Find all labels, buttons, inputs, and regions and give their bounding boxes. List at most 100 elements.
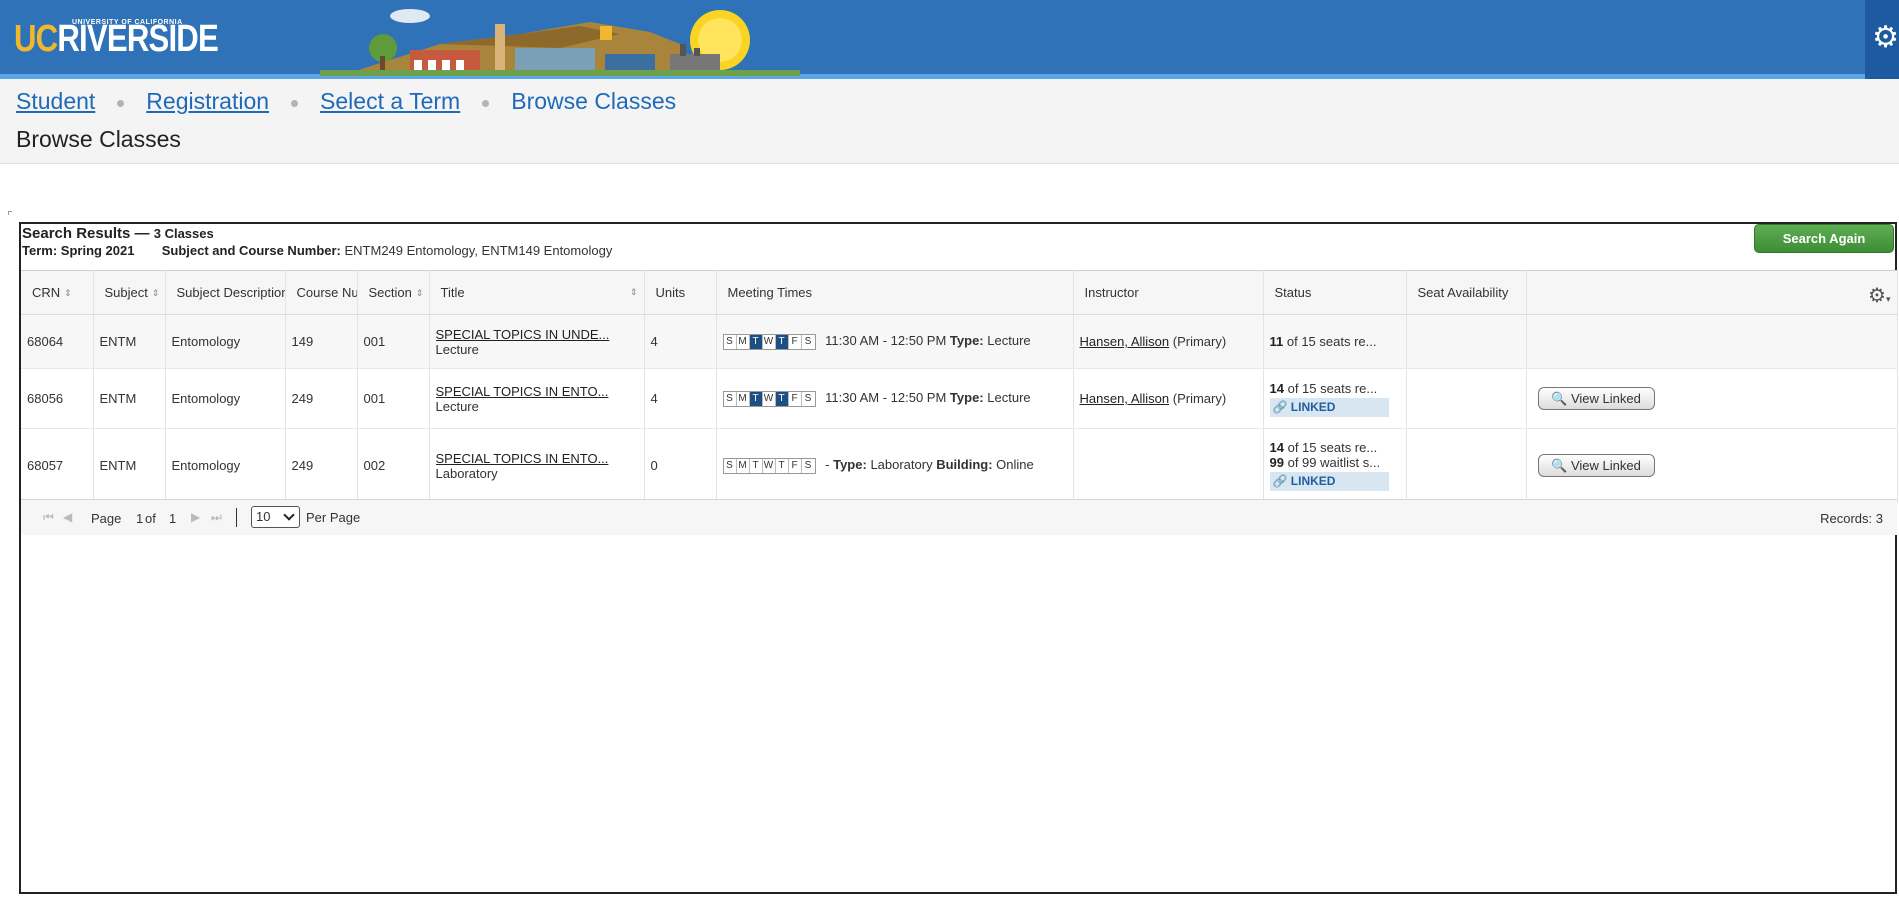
instructor-link[interactable]: Hansen, Allison bbox=[1080, 391, 1170, 406]
first-page-icon[interactable]: ⏮ bbox=[43, 510, 54, 525]
logo-subtitle: UNIVERSITY OF CALIFORNIA bbox=[72, 19, 183, 26]
per-page-select[interactable]: 10 bbox=[251, 506, 300, 528]
type-value: Lecture bbox=[987, 390, 1031, 406]
cell-actions: 🔍 View Linked bbox=[1526, 368, 1898, 429]
table-row[interactable]: 68056 ENTM Entomology 249 001 SPECIAL TO… bbox=[21, 368, 1898, 429]
column-header-crn[interactable]: CRN ⇕ bbox=[21, 270, 94, 315]
table-row[interactable]: 68057 ENTM Entomology 249 002 SPECIAL TO… bbox=[21, 428, 1898, 503]
page-total: 1 bbox=[169, 511, 177, 526]
cell-meeting-times: SMTWTFS 11:30 AM - 12:50 PM Type: Lectur… bbox=[716, 314, 1074, 369]
cell-instructor bbox=[1073, 428, 1264, 503]
term-value: Spring 2021 bbox=[60, 243, 135, 258]
cell-units: 4 bbox=[644, 314, 717, 369]
type-label: Type: bbox=[949, 390, 984, 406]
page-label: Page bbox=[91, 511, 122, 526]
page-current[interactable]: 1 bbox=[136, 511, 143, 526]
next-page-icon[interactable]: ▶ bbox=[191, 510, 200, 524]
instructor-link[interactable]: Hansen, Allison bbox=[1080, 334, 1170, 349]
search-icon: 🔍 bbox=[1551, 458, 1568, 473]
schedule-type: Lecture bbox=[435, 398, 479, 414]
cell-instructor: Hansen, Allison (Primary) bbox=[1073, 368, 1264, 429]
table-header-row: CRN ⇕ Subject ⇕ Subject Description Course… bbox=[21, 270, 1898, 315]
schedule-type: Laboratory bbox=[435, 465, 498, 481]
cell-crn: 68064 bbox=[21, 314, 94, 369]
prev-page-icon[interactable]: ◀ bbox=[63, 510, 72, 524]
cell-units: 0 bbox=[644, 428, 717, 503]
column-header-course-number[interactable]: Course Number bbox=[285, 270, 358, 315]
column-header-instructor[interactable]: Instructor bbox=[1073, 270, 1264, 315]
meeting-time: 11:30 AM - 12:50 PM bbox=[825, 333, 947, 349]
course-title-link[interactable]: SPECIAL TOPICS IN ENTO... bbox=[436, 384, 621, 399]
link-icon: 🔗 bbox=[1272, 474, 1288, 488]
column-header-subject-description[interactable]: Subject Description bbox=[165, 270, 286, 315]
of-label: of bbox=[145, 511, 156, 526]
waitlist-status: 99 of 99 waitlist s... bbox=[1269, 455, 1381, 470]
cell-subject: ENTM bbox=[93, 368, 166, 429]
page-title: Browse Classes bbox=[16, 126, 181, 152]
cell-title: SPECIAL TOPICS IN UNDE... Lecture bbox=[429, 314, 645, 369]
cell-title: SPECIAL TOPICS IN ENTO... Laboratory bbox=[429, 428, 645, 503]
view-linked-button[interactable]: 🔍 View Linked bbox=[1537, 454, 1655, 477]
corner-mark bbox=[8, 211, 12, 215]
cell-course-number: 249 bbox=[285, 428, 358, 503]
search-again-button[interactable]: Search Again bbox=[1754, 224, 1894, 253]
cell-crn: 68057 bbox=[21, 428, 94, 503]
campus-banner-image bbox=[320, 9, 800, 76]
records-count: Records: 3 bbox=[1820, 511, 1883, 526]
cell-status: 11 of 15 seats re... bbox=[1263, 314, 1407, 369]
sort-icon[interactable]: ⇕ bbox=[630, 288, 638, 297]
search-results-panel: Search Results — 3 Classes Term: Spring … bbox=[19, 222, 1898, 894]
pager-divider bbox=[236, 508, 237, 527]
cell-units: 4 bbox=[644, 368, 717, 429]
breadcrumb-registration[interactable]: Registration bbox=[146, 88, 269, 115]
meeting-days: SMTWTFS bbox=[722, 390, 816, 407]
meeting-time: - bbox=[825, 457, 830, 473]
results-header: Search Results — 3 Classes Term: Spring … bbox=[21, 224, 1895, 270]
breadcrumb-area: Student Registration Select a Term Brows… bbox=[0, 79, 1899, 164]
results-criteria: Term: Spring 2021 Subject and Course Num… bbox=[22, 243, 612, 258]
sort-icon[interactable]: ⇕ bbox=[64, 289, 72, 298]
column-header-section[interactable]: Section ⇕ bbox=[357, 270, 430, 315]
sort-icon[interactable]: ⇕ bbox=[416, 289, 424, 298]
course-title-link[interactable]: SPECIAL TOPICS IN ENTO... bbox=[436, 451, 621, 466]
column-header-actions: ⚙▾ bbox=[1526, 270, 1898, 315]
breadcrumb-student[interactable]: Student bbox=[16, 88, 95, 115]
view-linked-button[interactable]: 🔍 View Linked bbox=[1537, 387, 1655, 410]
cell-course-number: 249 bbox=[285, 368, 358, 429]
column-header-units[interactable]: Units bbox=[644, 270, 717, 315]
last-page-icon[interactable]: ⏭ bbox=[211, 510, 222, 525]
type-value: Lecture bbox=[987, 333, 1031, 349]
breadcrumb-separator bbox=[482, 100, 490, 107]
cell-actions: 🔍 View Linked bbox=[1526, 428, 1898, 503]
column-header-subject[interactable]: Subject ⇕ bbox=[93, 270, 166, 315]
cell-course-number: 149 bbox=[285, 314, 358, 369]
cell-seat-availability bbox=[1406, 428, 1527, 503]
settings-gear-icon[interactable]: ⚙ bbox=[1865, 0, 1899, 79]
breadcrumb: Student Registration Select a Term Brows… bbox=[16, 88, 676, 115]
course-title-link[interactable]: SPECIAL TOPICS IN UNDE... bbox=[436, 327, 621, 342]
seat-status: 14 of 15 seats re... bbox=[1269, 440, 1378, 455]
breadcrumb-separator bbox=[291, 100, 299, 107]
instructor-role: (Primary) bbox=[1172, 334, 1227, 349]
cell-status: 14 of 15 seats re... 🔗 LINKED bbox=[1263, 368, 1407, 429]
table-row[interactable]: 68064 ENTM Entomology 149 001 SPECIAL TO… bbox=[21, 314, 1898, 369]
subject-label: Subject and Course Number: bbox=[161, 243, 341, 258]
cell-subject-description: Entomology bbox=[165, 314, 286, 369]
cell-meeting-times: SMTWTFS - Type: Laboratory Building: Onl… bbox=[716, 428, 1074, 503]
meeting-days: SMTWTFS bbox=[722, 457, 816, 474]
logo-uc: UC bbox=[14, 18, 58, 60]
column-header-meeting-times[interactable]: Meeting Times bbox=[716, 270, 1074, 315]
sort-icon[interactable]: ⇕ bbox=[152, 289, 160, 298]
results-title-label: Search Results — bbox=[22, 225, 150, 242]
column-header-seat-availability[interactable]: Seat Availability bbox=[1406, 270, 1527, 315]
column-header-title[interactable]: Title ⇕ bbox=[429, 270, 645, 315]
cell-seat-availability bbox=[1406, 314, 1527, 369]
cell-section: 001 bbox=[357, 314, 430, 369]
cell-seat-availability bbox=[1406, 368, 1527, 429]
breadcrumb-select-term[interactable]: Select a Term bbox=[320, 88, 460, 115]
cell-actions bbox=[1526, 314, 1898, 369]
column-settings-gear-icon[interactable]: ⚙▾ bbox=[1868, 283, 1890, 308]
type-value: Laboratory bbox=[870, 457, 933, 473]
link-icon: 🔗 bbox=[1272, 399, 1288, 414]
column-header-status[interactable]: Status bbox=[1263, 270, 1407, 315]
